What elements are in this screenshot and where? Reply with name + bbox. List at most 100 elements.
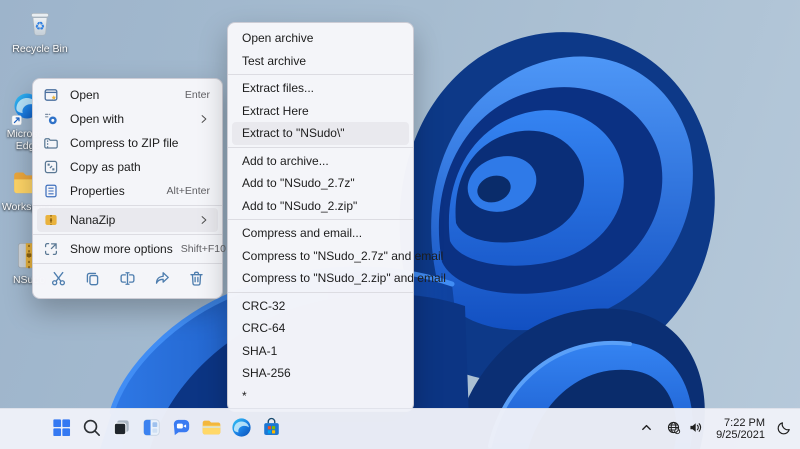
- submenu-item-label: Test archive: [242, 53, 307, 68]
- time-label: 7:22 PM: [724, 416, 765, 429]
- properties-icon: [43, 183, 59, 199]
- submenu-item-extract-to-nsudo[interactable]: Extract to "NSudo\": [232, 122, 409, 145]
- taskbar-file-explorer-button[interactable]: [196, 412, 226, 446]
- menu-item-label: Properties: [70, 184, 125, 198]
- hidden-icons-button[interactable]: [637, 418, 656, 440]
- taskbar-task-view-button[interactable]: [106, 412, 136, 446]
- submenu-item-crc-64[interactable]: CRC-64: [232, 317, 409, 340]
- widgets-icon: [140, 416, 163, 442]
- chevron-up-icon: [639, 420, 654, 438]
- submenu-item-compress-to-nsudo-2-zip-and-email[interactable]: Compress to "NSudo_2.zip" and email: [232, 267, 446, 290]
- submenu-item-compress-to-nsudo-2-7z-and-email[interactable]: Compress to "NSudo_2.7z" and email: [232, 245, 443, 268]
- submenu-item-open-archive[interactable]: Open archive: [232, 27, 409, 50]
- submenu-item-add-to-nsudo-2-7z[interactable]: Add to "NSudo_2.7z": [232, 172, 409, 195]
- menu-item-open[interactable]: Open Enter: [37, 83, 218, 107]
- taskbar-start-button[interactable]: [46, 412, 76, 446]
- submenu-item-label: Compress to "NSudo_2.7z" and email: [242, 248, 444, 263]
- submenu-item-label: SHA-1: [242, 343, 278, 358]
- taskbar-buttons: [46, 409, 286, 449]
- nanazip-submenu-items: Open archive Test archive Extract files...…: [228, 27, 446, 408]
- menu-shortcut: Alt+Enter: [166, 185, 210, 197]
- submenu-item-label: SHA-256: [242, 366, 291, 381]
- file-explorer-icon: [200, 416, 223, 442]
- submenu-item-label: Extract files...: [242, 81, 315, 96]
- submenu-item-label: Compress to "NSudo_2.zip" and email: [242, 271, 446, 286]
- date-label: 9/25/2021: [716, 429, 765, 441]
- copy-icon: [84, 270, 101, 290]
- menu-item-label: Open with: [70, 112, 125, 126]
- submenu-item-label: Extract Here: [242, 103, 309, 118]
- menu-shortcut: Shift+F10: [180, 243, 226, 255]
- rename-icon: [119, 270, 136, 290]
- desktop-icon-label: Recycle Bin: [12, 43, 68, 55]
- copy-path-icon: [43, 159, 59, 175]
- submenu-item-sha-1[interactable]: SHA-1: [232, 340, 409, 363]
- context-menu-items: Open Enter Open with Compress to ZIP file Co…: [33, 83, 226, 264]
- share-button[interactable]: [149, 267, 175, 293]
- submenu-item-extract-here[interactable]: Extract Here: [232, 100, 409, 123]
- menu-item-label: Open: [70, 88, 100, 102]
- menu-separator: [33, 205, 222, 206]
- submenu-item-compress-and-email[interactable]: Compress and email...: [232, 222, 409, 245]
- menu-item-label: Compress to ZIP file: [70, 136, 179, 150]
- submenu-item-sha-256[interactable]: SHA-256: [232, 362, 409, 385]
- moon-icon: [776, 420, 792, 439]
- menu-item-label: Copy as path: [70, 160, 141, 174]
- submenu-item-label: Add to archive...: [242, 153, 329, 168]
- menu-separator: [228, 74, 413, 75]
- delete-button[interactable]: [184, 267, 210, 293]
- menu-item-copy-as-path[interactable]: Copy as path: [37, 155, 218, 179]
- menu-item-open-with[interactable]: Open with: [37, 107, 218, 131]
- system-tray: 7:22 PM 9/25/2021: [637, 409, 794, 449]
- quick-actions-bar: [37, 266, 218, 294]
- recycle-bin-icon: ♻: [23, 5, 57, 41]
- taskbar-store-button[interactable]: [256, 412, 286, 446]
- submenu-item-extract-files[interactable]: Extract files...: [232, 77, 409, 100]
- submenu-item-label: CRC-32: [242, 298, 286, 313]
- edge-circle-icon: [230, 416, 253, 442]
- do-not-disturb-button[interactable]: [774, 418, 794, 441]
- submenu-item-test-archive[interactable]: Test archive: [232, 50, 409, 73]
- menu-item-nanazip[interactable]: NanaZip: [37, 208, 218, 232]
- delete-icon: [188, 270, 205, 290]
- network-button[interactable]: [664, 418, 683, 440]
- nanazip-submenu: Open archive Test archive Extract files...…: [227, 22, 446, 412]
- rename-button[interactable]: [114, 267, 140, 293]
- menu-item-show-more-options[interactable]: Show more options Shift+F10: [37, 237, 226, 261]
- submenu-item-crc-32[interactable]: CRC-32: [232, 295, 409, 318]
- menu-shortcut: Enter: [184, 89, 210, 101]
- expand-icon: [43, 241, 59, 257]
- clock[interactable]: 7:22 PM 9/25/2021: [716, 417, 765, 442]
- copy-button[interactable]: [80, 267, 106, 293]
- svg-text:♻: ♻: [35, 20, 45, 33]
- submenu-item-label: Open archive: [242, 31, 314, 46]
- taskbar-search-button[interactable]: [76, 412, 106, 446]
- menu-separator: [33, 234, 222, 235]
- search-icon: [80, 416, 103, 442]
- menu-separator: [33, 263, 222, 264]
- submenu-item-add-to-nsudo-2-zip[interactable]: Add to "NSudo_2.zip": [232, 195, 409, 218]
- submenu-item-label: Compress and email...: [242, 226, 363, 241]
- chevron-right-icon: [198, 214, 210, 226]
- volume-button[interactable]: [686, 418, 705, 440]
- open-with-icon: [43, 111, 59, 127]
- submenu-item-item[interactable]: *: [232, 385, 409, 408]
- taskbar-chat-button[interactable]: [166, 412, 196, 446]
- submenu-item-add-to-archive[interactable]: Add to archive...: [232, 150, 409, 173]
- chevron-right-icon: [198, 113, 210, 125]
- desktop-icon-recycle-bin[interactable]: ♻ Recycle Bin: [9, 5, 71, 55]
- cut-button[interactable]: [45, 267, 71, 293]
- store-icon: [260, 416, 283, 442]
- task-view-icon: [110, 416, 133, 442]
- taskbar-edge-button[interactable]: [226, 412, 256, 446]
- menu-item-properties[interactable]: Properties Alt+Enter: [37, 179, 218, 203]
- submenu-item-label: Add to "NSudo_2.zip": [242, 198, 358, 213]
- share-icon: [154, 270, 171, 290]
- submenu-item-label: Add to "NSudo_2.7z": [242, 176, 355, 191]
- menu-separator: [228, 219, 413, 220]
- context-menu: Open Enter Open with Compress to ZIP file Co…: [32, 78, 226, 299]
- menu-item-compress-to-zip-file[interactable]: Compress to ZIP file: [37, 131, 218, 155]
- taskbar-widgets-button[interactable]: [136, 412, 166, 446]
- desktop[interactable]: ♻ Recycle Bin Microsoft Edge Workspace NSudo…: [0, 0, 800, 449]
- submenu-item-label: *: [242, 388, 247, 403]
